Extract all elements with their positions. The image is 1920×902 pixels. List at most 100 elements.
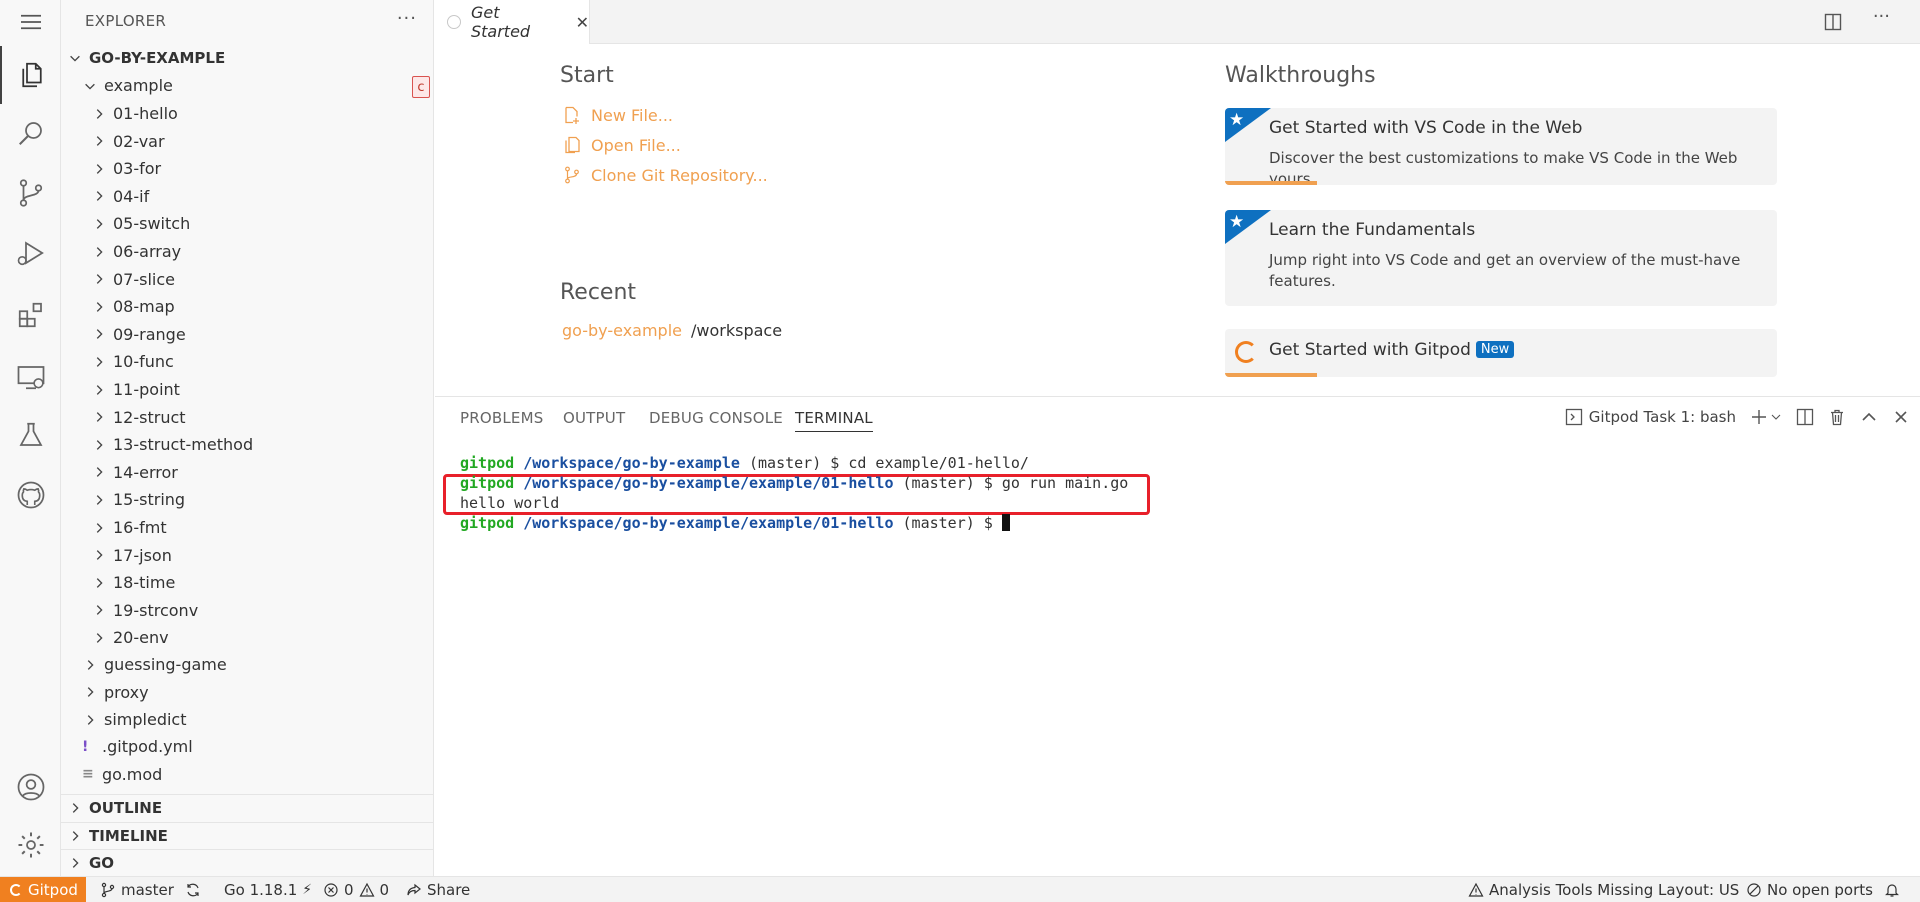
file-label: .gitpod.yml	[102, 737, 193, 756]
folder-guessing-game[interactable]: guessing-game	[61, 651, 434, 678]
folder-10-func[interactable]: 10-func	[61, 348, 434, 375]
folder-label: simpledict	[104, 710, 187, 730]
manage-button[interactable]	[0, 816, 61, 874]
keyboard-layout-status[interactable]: Layout: US	[1658, 877, 1739, 902]
walkthrough-card-fundamentals[interactable]: ★ Learn the Fundamentals Jump right into…	[1225, 210, 1777, 306]
folder-simpledict[interactable]: simpledict	[61, 706, 434, 733]
go-version-status[interactable]: Go 1.18.1 ⚡	[224, 877, 312, 902]
tab-terminal[interactable]: TERMINAL	[795, 409, 873, 432]
new-terminal-button[interactable]	[1750, 408, 1782, 426]
chevron-right-icon	[91, 602, 107, 618]
terminal-output[interactable]: gitpod /workspace/go-by-example (master)…	[460, 453, 1128, 533]
gitpod-status-button[interactable]: Gitpod	[0, 877, 86, 902]
extensions-button[interactable]	[0, 286, 61, 344]
menu-button[interactable]	[0, 0, 61, 44]
recent-workspace-link[interactable]: go-by-example	[562, 321, 682, 340]
more-actions-icon[interactable]: ···	[397, 8, 417, 29]
tab-get-started[interactable]: Get Started ✕	[435, 0, 590, 44]
chevron-right-icon	[91, 106, 107, 122]
walkthrough-card-gitpod[interactable]: Get Started with Gitpod New	[1225, 329, 1777, 377]
terminal-cursor	[1001, 514, 1010, 531]
folder-example-label: example	[104, 76, 173, 95]
folder-09-range[interactable]: 09-range	[61, 321, 434, 348]
warning-count: 0	[379, 881, 390, 899]
clone-repo-link[interactable]: Clone Git Repository...	[563, 163, 768, 187]
chevron-right-icon	[82, 684, 98, 700]
tab-problems[interactable]: PROBLEMS	[460, 409, 543, 427]
walkthrough-card-vscode-web[interactable]: ★ Get Started with VS Code in the Web Di…	[1225, 108, 1777, 185]
terminal-line: hello world	[460, 494, 560, 512]
close-icon[interactable]	[1892, 408, 1910, 426]
walkthrough-title: Get Started with VS Code in the Web	[1269, 118, 1583, 138]
folder-20-env[interactable]: 20-env	[61, 624, 434, 651]
folder-label: 07-slice	[113, 269, 175, 289]
section-go[interactable]: GO	[61, 849, 434, 876]
folder-18-time[interactable]: 18-time	[61, 569, 434, 596]
folder-label: 09-range	[113, 324, 186, 344]
github-button[interactable]	[0, 466, 61, 524]
run-debug-button[interactable]	[0, 224, 61, 282]
search-view-button[interactable]	[0, 104, 61, 162]
split-terminal-icon[interactable]	[1796, 408, 1814, 426]
terminal-line: gitpod /workspace/go-by-example/example/…	[460, 514, 1010, 532]
workspace-root[interactable]: GO-BY-EXAMPLE	[61, 44, 434, 71]
close-icon[interactable]: ✕	[576, 13, 589, 32]
folder-03-for[interactable]: 03-for	[61, 155, 434, 182]
folder-proxy[interactable]: proxy	[61, 679, 434, 706]
terminal-selector[interactable]: Gitpod Task 1: bash	[1565, 408, 1736, 426]
folder-example[interactable]: example c	[61, 72, 434, 99]
branch-status[interactable]: master	[100, 877, 174, 902]
folder-05-switch[interactable]: 05-switch	[61, 210, 434, 237]
folder-label: 18-time	[113, 573, 176, 593]
walkthrough-title: Learn the Fundamentals	[1269, 220, 1476, 240]
folder-19-strconv[interactable]: 19-strconv	[61, 597, 434, 624]
folder-11-point[interactable]: 11-point	[61, 376, 434, 403]
remote-explorer-button[interactable]	[0, 348, 61, 406]
notifications-button[interactable]	[1884, 877, 1900, 902]
tab-output[interactable]: OUTPUT	[563, 409, 625, 427]
split-editor-icon[interactable]	[1824, 13, 1842, 31]
chevron-up-icon[interactable]	[1860, 408, 1878, 426]
share-icon	[407, 883, 421, 896]
open-file-link[interactable]: Open File...	[563, 133, 681, 157]
chevron-right-icon	[91, 437, 107, 453]
accounts-button[interactable]	[0, 758, 61, 816]
section-outline[interactable]: OUTLINE	[61, 794, 434, 821]
section-timeline[interactable]: TIMELINE	[61, 821, 434, 849]
chevron-right-icon	[82, 712, 98, 728]
ports-status[interactable]: No open ports	[1746, 877, 1873, 902]
chevron-right-icon	[91, 271, 107, 287]
more-actions-icon[interactable]: ···	[1873, 6, 1890, 27]
file-item[interactable]: ! .gitpod.yml	[61, 733, 434, 760]
chevron-right-icon	[91, 409, 107, 425]
problems-status[interactable]: 0 0	[323, 877, 389, 902]
folder-08-map[interactable]: 08-map	[61, 293, 434, 320]
folder-06-array[interactable]: 06-array	[61, 238, 434, 265]
source-control-icon	[565, 166, 579, 184]
share-button[interactable]: Share	[406, 877, 470, 902]
sync-button[interactable]	[185, 877, 201, 902]
folder-14-error[interactable]: 14-error	[61, 459, 434, 486]
folder-15-string[interactable]: 15-string	[61, 486, 434, 513]
folder-label: 03-for	[113, 159, 162, 179]
source-control-button[interactable]	[0, 164, 61, 222]
testing-button[interactable]	[0, 406, 61, 464]
folder-02-var[interactable]: 02-var	[61, 128, 434, 155]
analysis-tools-status[interactable]: Analysis Tools Missing	[1468, 877, 1653, 902]
folder-01-hello[interactable]: 01-hello	[61, 100, 434, 127]
folder-13-struct-method[interactable]: 13-struct-method	[61, 431, 434, 458]
new-file-link[interactable]: New File...	[563, 103, 673, 127]
flask-icon	[19, 422, 42, 446]
account-icon	[17, 773, 44, 801]
folder-16-fmt[interactable]: 16-fmt	[61, 514, 434, 541]
branch-icon	[101, 882, 115, 898]
trash-icon[interactable]	[1828, 408, 1846, 426]
tab-debug-console[interactable]: DEBUG CONSOLE	[649, 409, 783, 427]
folder-04-if[interactable]: 04-if	[61, 183, 434, 210]
file-item[interactable]: ≡ go.mod	[61, 761, 434, 788]
folder-12-struct[interactable]: 12-struct	[61, 404, 434, 431]
gitpod-logo-icon	[10, 884, 22, 896]
explorer-view-button[interactable]	[0, 46, 61, 104]
folder-17-json[interactable]: 17-json	[61, 542, 434, 569]
folder-07-slice[interactable]: 07-slice	[61, 266, 434, 293]
